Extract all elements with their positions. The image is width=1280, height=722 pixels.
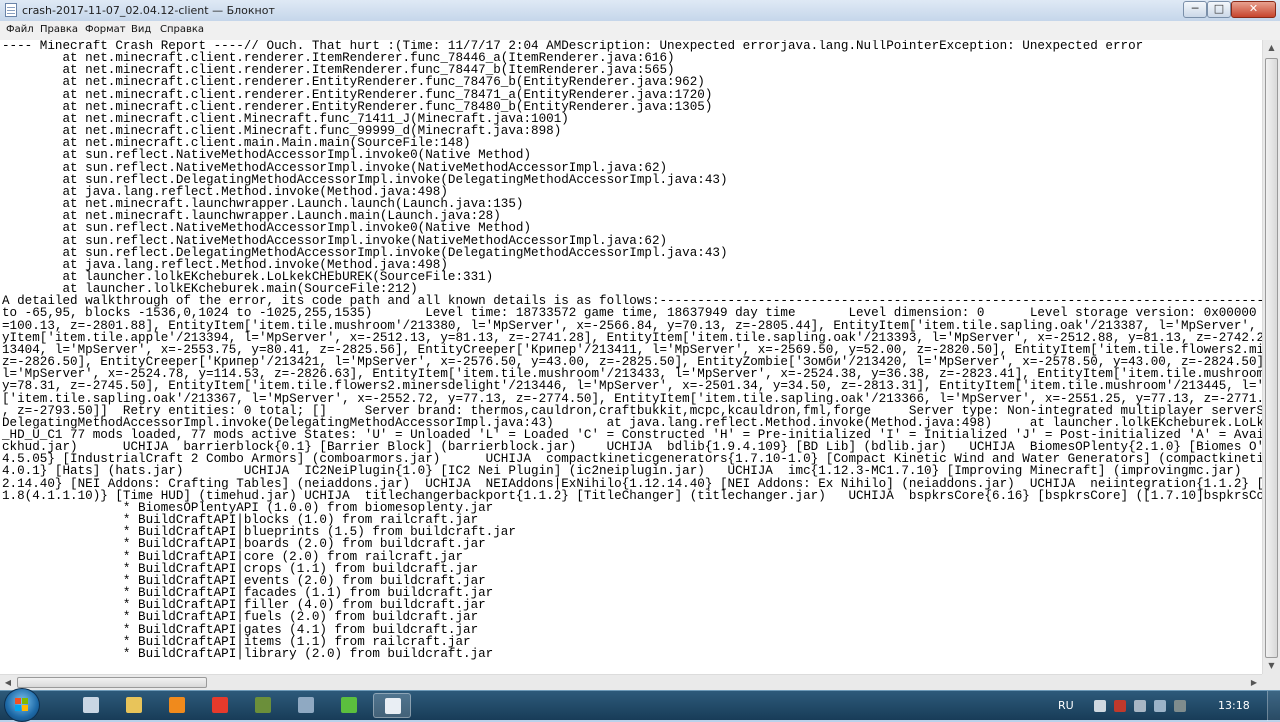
vertical-scroll-thumb[interactable] [1265,58,1278,658]
downloader-icon [341,697,357,713]
explorer-icon [126,697,142,713]
media-player-icon [169,697,185,713]
notepad-window: crash-2017-11-07_02.04.12-client — Блокн… [0,0,1280,690]
scroll-left-icon[interactable]: ◀ [0,675,16,690]
scroll-down-icon[interactable]: ▼ [1263,658,1280,674]
notepad-icon [5,3,17,17]
maximize-button[interactable]: □ [1207,1,1231,18]
text-editor[interactable]: ---- Minecraft Crash Report ----// Ouch.… [0,40,1262,674]
taskbar-minecraft-launcher-button[interactable] [244,693,282,718]
menu-bar: Файл Правка Формат Вид Справка [0,21,1280,41]
audio-icon [298,697,314,713]
network-icon[interactable] [1134,700,1146,712]
menu-format[interactable]: Формат [85,24,126,35]
windows-logo-icon [15,698,29,712]
taskbar-computer-button[interactable] [72,693,110,718]
menu-help[interactable]: Справка [160,24,204,35]
title-bar[interactable]: crash-2017-11-07_02.04.12-client — Блокн… [0,0,1280,22]
yandex-browser-icon [212,697,228,713]
minecraft-launcher-icon [255,697,271,713]
taskbar-media-player-button[interactable] [158,693,196,718]
action-center-icon[interactable] [1094,700,1106,712]
menu-edit[interactable]: Правка [40,24,78,35]
menu-view[interactable]: Вид [131,24,151,35]
vertical-scrollbar[interactable]: ▲ ▼ [1262,40,1280,674]
show-desktop-button[interactable] [1267,691,1280,721]
taskbar-explorer-button[interactable] [115,693,153,718]
taskbar: RU 13:18 [0,688,1280,722]
size-grip[interactable] [1262,674,1280,690]
start-button[interactable] [4,688,40,722]
taskbar-yandex-browser-button[interactable] [201,693,239,718]
horizontal-scrollbar[interactable]: ◀ ▶ [0,674,1262,690]
scroll-up-icon[interactable]: ▲ [1263,40,1280,56]
antivirus-icon[interactable] [1114,700,1126,712]
editor-content[interactable]: ---- Minecraft Crash Report ----// Ouch.… [0,40,1262,660]
close-button[interactable]: ✕ [1231,1,1276,18]
taskbar-audio-button[interactable] [287,693,325,718]
system-tray: RU 13:18 [1050,691,1280,721]
sound-icon[interactable] [1154,700,1166,712]
language-indicator[interactable]: RU [1058,699,1074,712]
taskbar-downloader-button[interactable] [330,693,368,718]
horizontal-scroll-thumb[interactable] [17,677,207,688]
notepad-icon [385,698,401,714]
minimize-button[interactable]: ─ [1183,1,1207,18]
power-icon[interactable] [1174,700,1186,712]
window-title: crash-2017-11-07_02.04.12-client — Блокн… [22,4,275,17]
taskbar-notepad-button[interactable] [373,693,411,718]
scroll-right-icon[interactable]: ▶ [1246,675,1262,690]
clock[interactable]: 13:18 [1218,699,1250,712]
computer-icon [83,697,99,713]
menu-file[interactable]: Файл [6,24,34,35]
